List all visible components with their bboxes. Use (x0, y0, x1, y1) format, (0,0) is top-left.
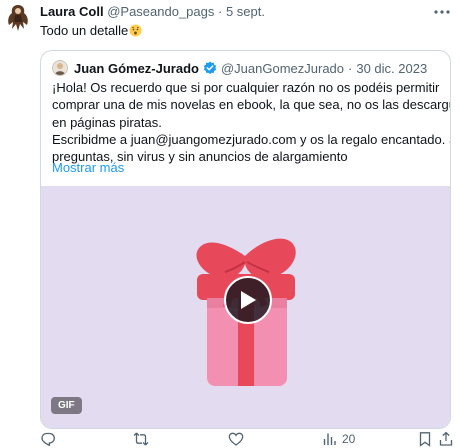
tweet-date[interactable]: 5 sept. (226, 4, 265, 19)
quoted-body-line: ¡Hola! Os recuerdo que si por cualquier … (52, 80, 440, 95)
quoted-tweet-body: ¡Hola! Os recuerdo que si por cualquier … (52, 79, 451, 165)
like-button[interactable] (228, 430, 248, 448)
bookmark-icon (419, 432, 431, 447)
retweet-button[interactable] (133, 430, 153, 448)
reply-icon (41, 432, 55, 447)
header-separator: · (218, 4, 223, 19)
quoted-body-line: comprar una de mis novelas en ebook, la … (52, 97, 451, 113)
tweet-header: Laura Coll @Paseando_pags · 5 sept. (40, 4, 265, 20)
gif-media[interactable]: GIF (41, 186, 450, 428)
more-options-icon[interactable] (432, 4, 452, 20)
quoted-author-avatar (52, 60, 68, 76)
gif-badge: GIF (51, 397, 82, 414)
quoted-tweet-header: Juan Gómez-Jurado @JuanGomezJurado · 30 … (52, 59, 427, 77)
quoted-tweet[interactable]: Juan Gómez-Jurado @JuanGomezJurado · 30 … (40, 50, 451, 429)
share-icon (439, 431, 453, 446)
retweet-icon (133, 432, 149, 446)
heart-icon (228, 432, 244, 446)
quoted-tweet-date: 30 dic. 2023 (356, 60, 428, 76)
tweet-text-content: Todo un detalle (40, 23, 129, 38)
quoted-body-line: Escribidme a juan@juangomezjurado.com y … (52, 131, 451, 147)
views-chart-icon (323, 433, 336, 445)
views-count: 20 (342, 432, 356, 446)
reply-button[interactable] (40, 430, 60, 448)
bookmark-button[interactable] (417, 430, 433, 448)
views-button[interactable]: 20 (322, 430, 355, 448)
verified-badge-icon (203, 61, 217, 75)
author-avatar[interactable] (4, 2, 32, 32)
author-handle[interactable]: @Paseando_pags (107, 4, 214, 19)
show-more-link[interactable]: Mostrar más (52, 160, 124, 175)
share-button[interactable] (438, 430, 454, 448)
tweet-text: Todo un detalle (40, 22, 142, 39)
quoted-author-handle: @JuanGomezJurado (220, 60, 345, 76)
hushed-face-emoji-icon (129, 24, 142, 37)
tweet-actions: 20 (0, 430, 460, 448)
quoted-body-line: en páginas piratas. (52, 114, 162, 130)
quoted-author-name: Juan Gómez-Jurado (74, 60, 199, 76)
play-icon (241, 291, 256, 309)
play-button[interactable] (224, 276, 272, 324)
author-name[interactable]: Laura Coll (40, 4, 104, 19)
quoted-header-separator: · (348, 60, 353, 76)
